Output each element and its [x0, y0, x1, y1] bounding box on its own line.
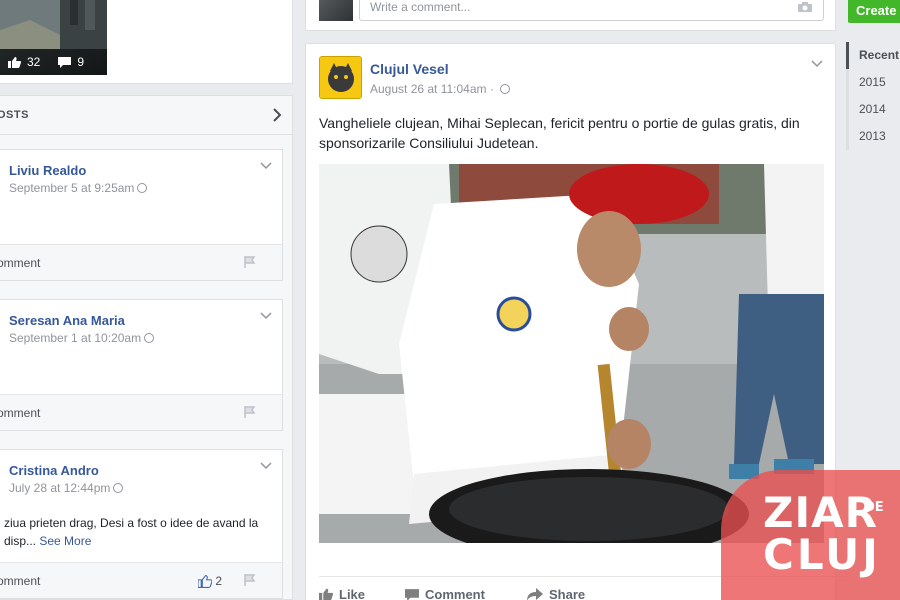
post-time-text[interactable]: July 28 at 12:44pm: [9, 481, 110, 495]
post-body: ziua prieten drag, Desi a fost o idee de…: [4, 514, 274, 550]
share-button[interactable]: Share: [527, 587, 585, 600]
comment-button[interactable]: Comment: [405, 587, 485, 600]
post-author[interactable]: Seresan Ana Maria: [9, 313, 125, 328]
watermark-line2: CLUJ: [763, 530, 881, 579]
post-time[interactable]: September 1 at 10:20am: [9, 331, 155, 345]
year-item-recent[interactable]: Recent: [846, 42, 900, 69]
see-more-link[interactable]: See More: [39, 534, 91, 548]
photo-card-panel: [107, 0, 293, 84]
like-count-value: 2: [215, 574, 222, 588]
ziar-de-cluj-watermark: ZIAR DE CLUJ: [721, 470, 900, 600]
camera-icon[interactable]: [797, 1, 813, 13]
photo-scene: [0, 0, 107, 49]
visitor-post: Cristina Andro July 28 at 12:44pm ziua p…: [0, 449, 283, 599]
page-avatar[interactable]: [319, 56, 362, 99]
photo-card-base: [0, 75, 107, 84]
post-text: Vangheliele clujean, Mihai Seplecan, fer…: [319, 115, 800, 151]
chevron-down-icon[interactable]: [260, 312, 272, 320]
thumbs-up-icon: [319, 588, 333, 600]
post-author[interactable]: Liviu Realdo: [9, 163, 86, 178]
photo-stats: 32 9: [0, 49, 107, 75]
post-time-text[interactable]: September 1 at 10:20am: [9, 331, 141, 345]
comment-placeholder: Write a comment...: [370, 0, 471, 14]
post-footer: omment: [0, 244, 282, 280]
like-button[interactable]: Like: [319, 587, 365, 600]
comment-input[interactable]: Write a comment...: [359, 0, 824, 21]
visitor-post: Liviu Realdo September 5 at 9:25am ommen…: [0, 149, 283, 281]
comment-composer: Write a comment...: [305, 0, 836, 31]
left-column: 32 9 OSTS Liviu Realdo September 5 at 9:…: [0, 0, 293, 600]
like-icon: [8, 56, 21, 68]
watermark-small: DE: [864, 500, 884, 515]
like-label: Like: [339, 587, 366, 600]
posts-header-title: OSTS: [0, 109, 29, 121]
share-icon: [527, 588, 543, 600]
posts-header[interactable]: OSTS: [0, 96, 292, 135]
comment-icon: [58, 56, 72, 68]
flag-icon[interactable]: [244, 256, 256, 268]
post-timestamp[interactable]: August 26 at 11:04am ·: [370, 82, 511, 96]
chevron-down-icon[interactable]: [260, 162, 272, 170]
comment-icon: [405, 588, 419, 600]
timeline-year-nav: Recent 2015 2014 2013: [846, 42, 900, 150]
post-footer: omment 2: [0, 562, 282, 598]
chevron-down-icon[interactable]: [811, 60, 823, 68]
share-label: Share: [549, 587, 586, 600]
comment-label: Comment: [425, 587, 485, 600]
globe-icon: [144, 333, 155, 343]
page-name[interactable]: Clujul Vesel: [370, 61, 449, 77]
create-button[interactable]: Create: [848, 0, 900, 23]
globe-icon: [137, 183, 148, 193]
post-timestamp-text[interactable]: August 26 at 11:04am: [370, 82, 487, 96]
visitor-post: Seresan Ana Maria September 1 at 10:20am…: [0, 299, 283, 431]
watermark-line1: ZIAR: [763, 488, 878, 537]
flag-icon[interactable]: [244, 406, 256, 418]
chevron-right-icon[interactable]: [272, 108, 282, 122]
thumbs-up-icon: [198, 574, 213, 588]
post-author[interactable]: Cristina Andro: [9, 463, 99, 478]
flag-icon[interactable]: [244, 574, 256, 586]
post-time[interactable]: September 5 at 9:25am: [9, 181, 148, 195]
comment-link[interactable]: omment: [0, 256, 40, 270]
photo-like-count: 32: [27, 55, 41, 69]
comment-link[interactable]: omment: [0, 574, 40, 588]
like-count[interactable]: 2: [198, 574, 222, 588]
photo-thumbnail[interactable]: 32 9: [0, 0, 107, 75]
post-footer: omment: [0, 394, 282, 430]
page-logo-icon: [320, 57, 361, 98]
post-time-text[interactable]: September 5 at 9:25am: [9, 181, 134, 195]
avatar: [319, 0, 353, 21]
globe-icon: [500, 84, 511, 94]
comment-link[interactable]: omment: [0, 406, 40, 420]
photo-comment-count: 9: [77, 55, 85, 69]
year-item-2015[interactable]: 2015: [846, 69, 900, 96]
year-item-2014[interactable]: 2014: [846, 96, 900, 123]
globe-icon: [113, 483, 124, 493]
chevron-down-icon[interactable]: [260, 462, 272, 470]
post-time[interactable]: July 28 at 12:44pm: [9, 481, 124, 495]
year-item-2013[interactable]: 2013: [846, 123, 900, 150]
